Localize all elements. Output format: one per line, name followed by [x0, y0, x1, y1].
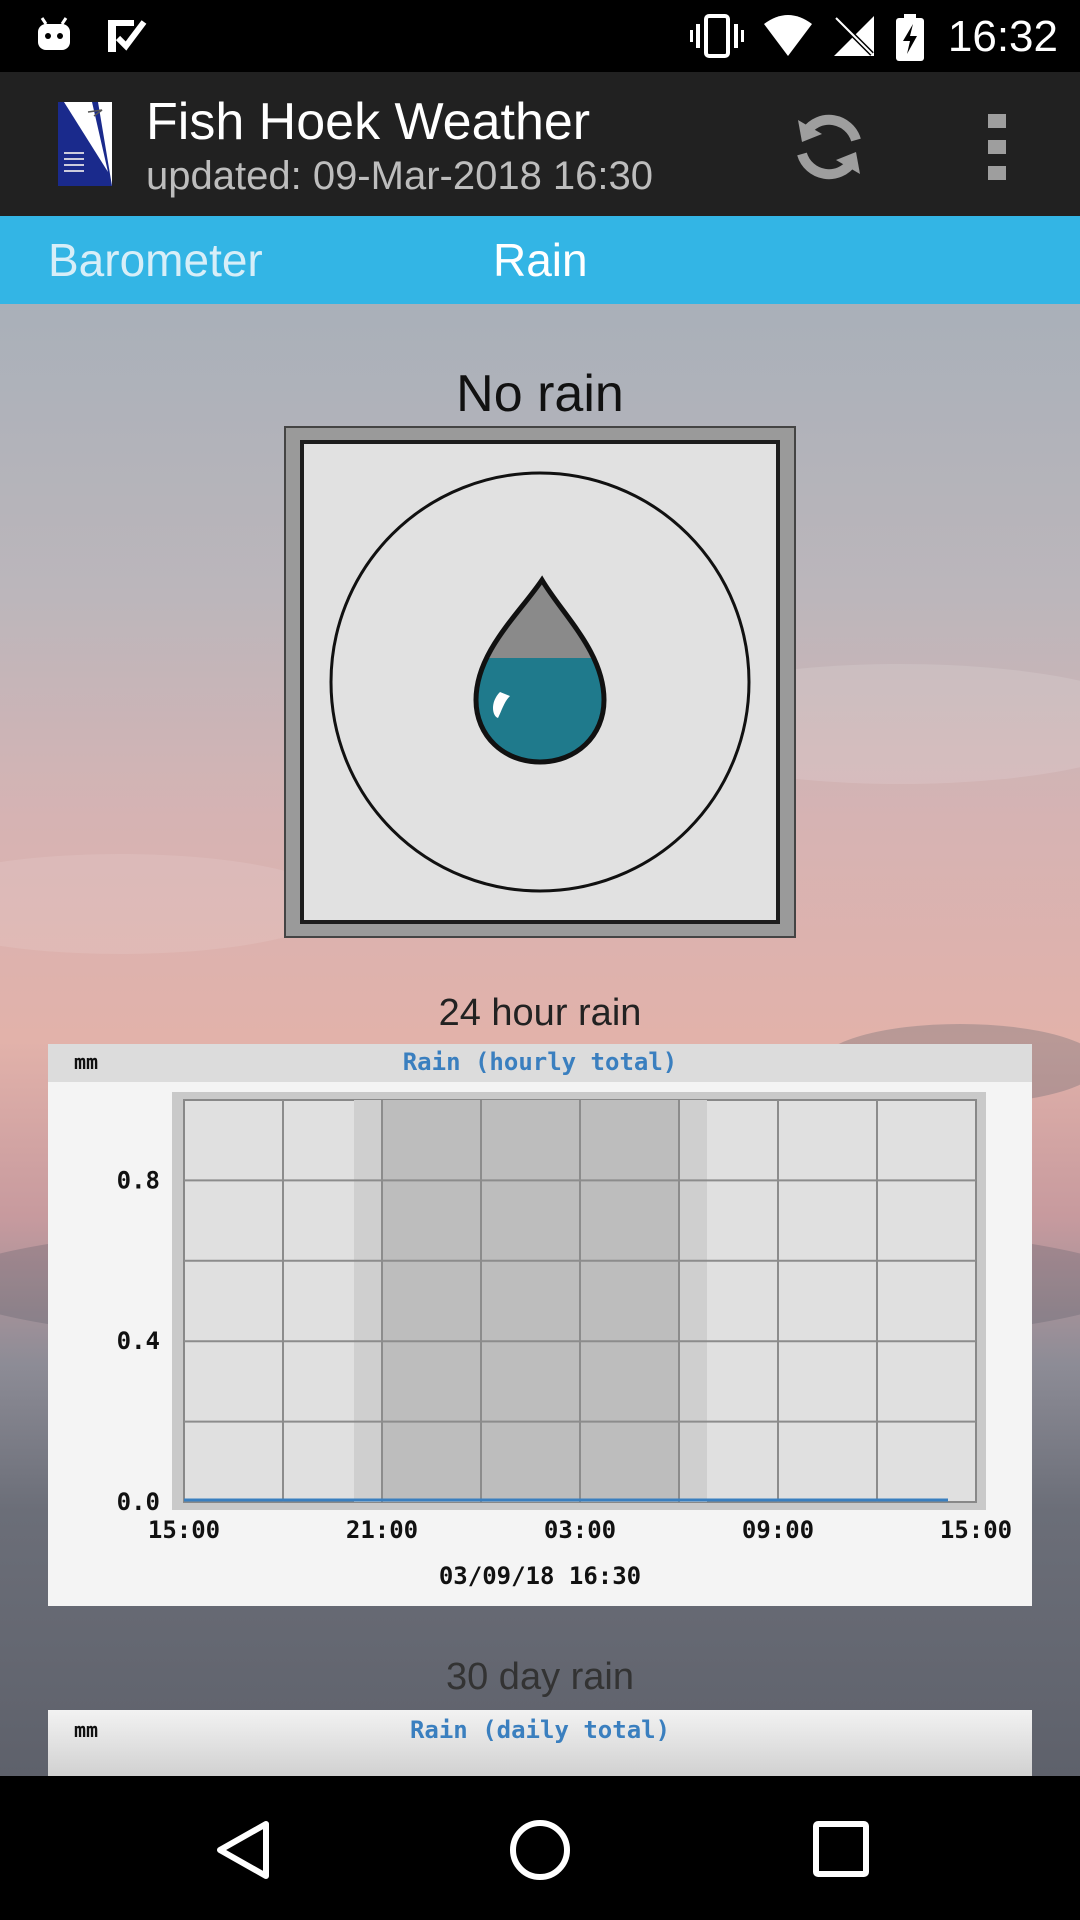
x-tick-label: 21:00 — [346, 1516, 418, 1544]
app-logo — [58, 102, 112, 186]
x-tick-label: 03:00 — [544, 1516, 616, 1544]
chart-title: Rain (daily total) — [409, 1716, 671, 1744]
status-bar: 16:32 — [0, 0, 1080, 72]
status-time: 16:32 — [947, 12, 1058, 61]
night-shading-edge — [354, 1100, 382, 1502]
chart-timestamp: 03/09/18 16:30 — [438, 1562, 642, 1590]
club-logo-icon — [58, 102, 112, 186]
navigation-bar — [0, 1776, 1080, 1920]
rain-gauge-panel — [300, 440, 780, 924]
night-shading — [382, 1100, 679, 1502]
no-signal-icon — [834, 16, 874, 56]
hourly-chart-svg: 0.0 0.4 0.8 15:00 21:00 03:00 09:00 15:00 — [117, 1092, 1012, 1544]
hourly-rain-label: 24 hour rain — [438, 992, 642, 1034]
check-icon — [108, 20, 147, 52]
recents-icon[interactable] — [812, 1820, 870, 1878]
tab-bar: Barometer Rain — [0, 216, 1080, 304]
refresh-icon[interactable] — [784, 102, 874, 192]
rain-dial — [329, 471, 751, 893]
rain-page[interactable]: No rain 24 hour rain mm Rain (hourly tot… — [0, 304, 1080, 1776]
y-tick-label: 0.8 — [117, 1166, 160, 1194]
tab-rain[interactable]: Rain — [493, 216, 588, 304]
battery-charging-icon — [896, 14, 924, 61]
back-icon[interactable] — [208, 1816, 276, 1884]
x-tick-label: 15:00 — [148, 1516, 220, 1544]
x-tick-label: 15:00 — [940, 1516, 1012, 1544]
daily-rain-chart: mm Rain (daily total) — [48, 1710, 1032, 1776]
y-tick-label: 0.0 — [117, 1488, 160, 1516]
app-bar: Fish Hoek Weather updated: 09-Mar-2018 1… — [0, 72, 1080, 216]
wifi-icon — [764, 15, 812, 56]
home-icon[interactable] — [508, 1818, 572, 1882]
tab-barometer[interactable]: Barometer — [48, 216, 263, 304]
updated-timestamp: updated: 09-Mar-2018 16:30 — [146, 154, 654, 198]
daily-rain-label: 30 day rain — [445, 1656, 634, 1698]
hourly-rain-chart: mm Rain (hourly total) 0.0 0.4 0.8 15:00 21:… — [48, 1044, 1032, 1606]
rain-gauge — [284, 426, 796, 938]
x-tick-label: 09:00 — [742, 1516, 814, 1544]
app-title: Fish Hoek Weather — [146, 93, 591, 151]
night-shading-edge — [679, 1100, 707, 1502]
vibrate-icon — [690, 14, 744, 58]
rain-status: No rain — [456, 365, 624, 423]
y-tick-label: 0.4 — [117, 1327, 160, 1355]
overflow-menu-icon[interactable] — [952, 102, 1042, 192]
android-icon — [38, 17, 70, 50]
